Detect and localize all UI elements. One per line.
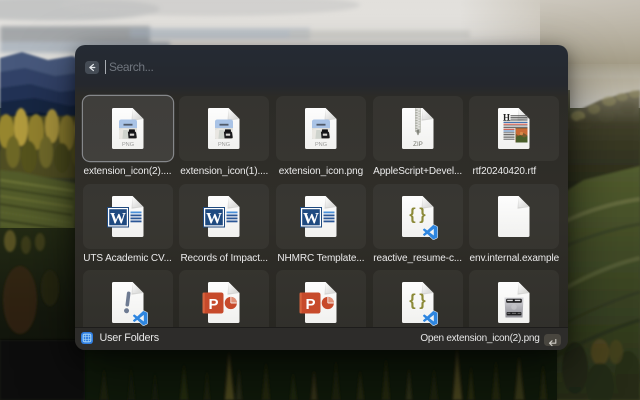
svg-text:{: { bbox=[409, 205, 416, 223]
svg-text:PNG: PNG bbox=[121, 142, 133, 148]
svg-text:}: } bbox=[419, 205, 426, 223]
svg-text:}: } bbox=[419, 292, 426, 310]
svg-text:W: W bbox=[303, 210, 319, 227]
svg-text:PNG: PNG bbox=[315, 142, 327, 148]
svg-text:P: P bbox=[209, 296, 219, 313]
svg-text:ZIP: ZIP bbox=[413, 141, 423, 148]
svg-text:W: W bbox=[110, 210, 126, 227]
svg-text:{: { bbox=[409, 292, 416, 310]
svg-text:P: P bbox=[305, 296, 315, 313]
svg-text:PNG: PNG bbox=[218, 142, 230, 148]
svg-text:W: W bbox=[206, 210, 222, 227]
